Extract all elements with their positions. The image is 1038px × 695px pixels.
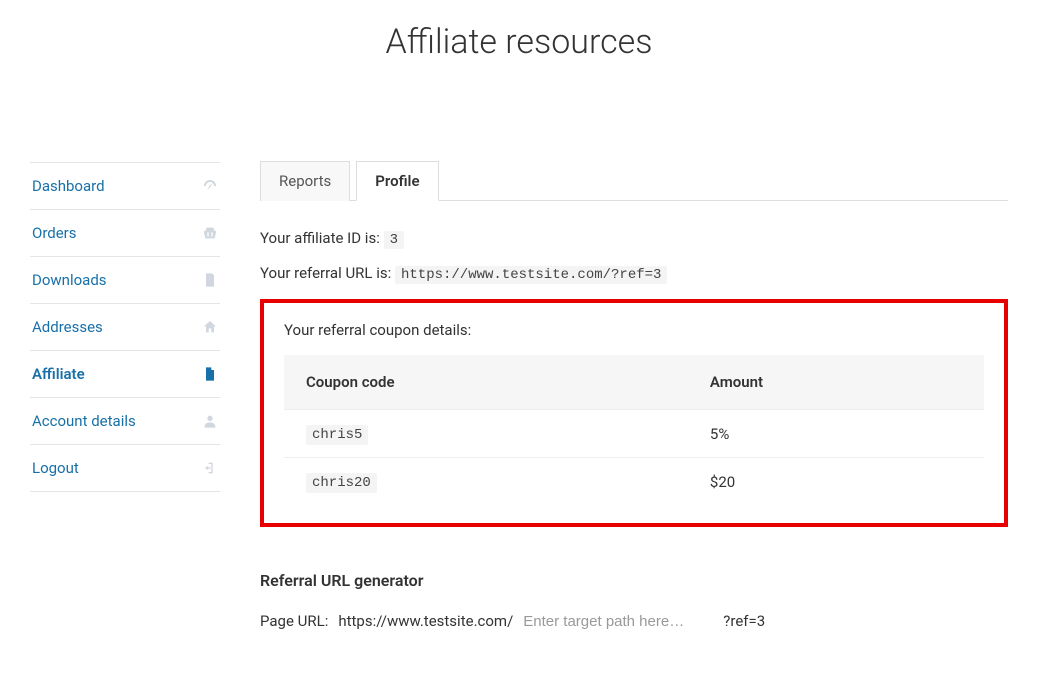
tab-profile[interactable]: Profile	[356, 161, 438, 201]
sidebar-item-label: Orders	[32, 224, 77, 242]
page-url-suffix: ?ref=3	[723, 612, 765, 630]
sidebar-item-label: Logout	[32, 459, 79, 477]
coupon-table: Coupon code Amount chris5 5% chris20 $20	[284, 355, 984, 505]
sidebar-item-label: Affiliate	[32, 365, 85, 383]
basket-icon	[202, 225, 218, 241]
coupon-amount-value: 5%	[688, 410, 984, 458]
affiliate-id-value: 3	[384, 231, 404, 249]
coupon-table-header-amount: Amount	[688, 355, 984, 410]
affiliate-id-line: Your affiliate ID is: 3	[260, 229, 1008, 248]
affiliate-id-label: Your affiliate ID is:	[260, 229, 380, 247]
account-sidebar: Dashboard Orders Downloads Addresses Aff…	[30, 162, 220, 630]
target-path-input[interactable]	[523, 613, 713, 630]
table-row: chris5 5%	[284, 410, 984, 458]
sidebar-item-label: Account details	[32, 412, 136, 430]
url-generator-heading: Referral URL generator	[260, 571, 1008, 590]
coupon-amount-value: $20	[688, 458, 984, 506]
coupon-code-value: chris5	[306, 425, 368, 445]
home-icon	[202, 319, 218, 335]
coupon-details-box: Your referral coupon details: Coupon cod…	[260, 299, 1008, 527]
sidebar-item-logout[interactable]: Logout	[30, 444, 220, 492]
sidebar-item-downloads[interactable]: Downloads	[30, 256, 220, 303]
coupon-code-value: chris20	[306, 473, 377, 493]
sidebar-item-account-details[interactable]: Account details	[30, 397, 220, 444]
sidebar-item-label: Addresses	[32, 318, 103, 336]
page-url-prefix-label: Page URL:	[260, 612, 328, 630]
file-icon	[202, 272, 218, 288]
user-icon	[202, 413, 218, 429]
sidebar-item-orders[interactable]: Orders	[30, 209, 220, 256]
sidebar-item-label: Dashboard	[32, 177, 105, 195]
dashboard-icon	[202, 178, 218, 194]
referral-url-value: https://www.testsite.com/?ref=3	[395, 266, 667, 284]
sidebar-item-dashboard[interactable]: Dashboard	[30, 162, 220, 209]
sidebar-item-affiliate[interactable]: Affiliate	[30, 350, 220, 397]
table-row: chris20 $20	[284, 458, 984, 506]
sidebar-item-label: Downloads	[32, 271, 107, 289]
tab-bar: Reports Profile	[260, 160, 1008, 201]
referral-url-label: Your referral URL is:	[260, 264, 391, 282]
tab-reports[interactable]: Reports	[260, 161, 350, 201]
page-url-base: https://www.testsite.com/	[338, 612, 513, 630]
sidebar-item-addresses[interactable]: Addresses	[30, 303, 220, 350]
coupon-section-label: Your referral coupon details:	[284, 321, 984, 339]
main-content: Reports Profile Your affiliate ID is: 3 …	[260, 160, 1008, 630]
document-icon	[202, 366, 218, 382]
page-title: Affiliate resources	[0, 22, 1038, 62]
logout-icon	[202, 460, 218, 476]
referral-url-line: Your referral URL is: https://www.testsi…	[260, 264, 1008, 283]
url-generator-row: Page URL: https://www.testsite.com/ ?ref…	[260, 612, 1008, 630]
coupon-table-header-code: Coupon code	[284, 355, 688, 410]
